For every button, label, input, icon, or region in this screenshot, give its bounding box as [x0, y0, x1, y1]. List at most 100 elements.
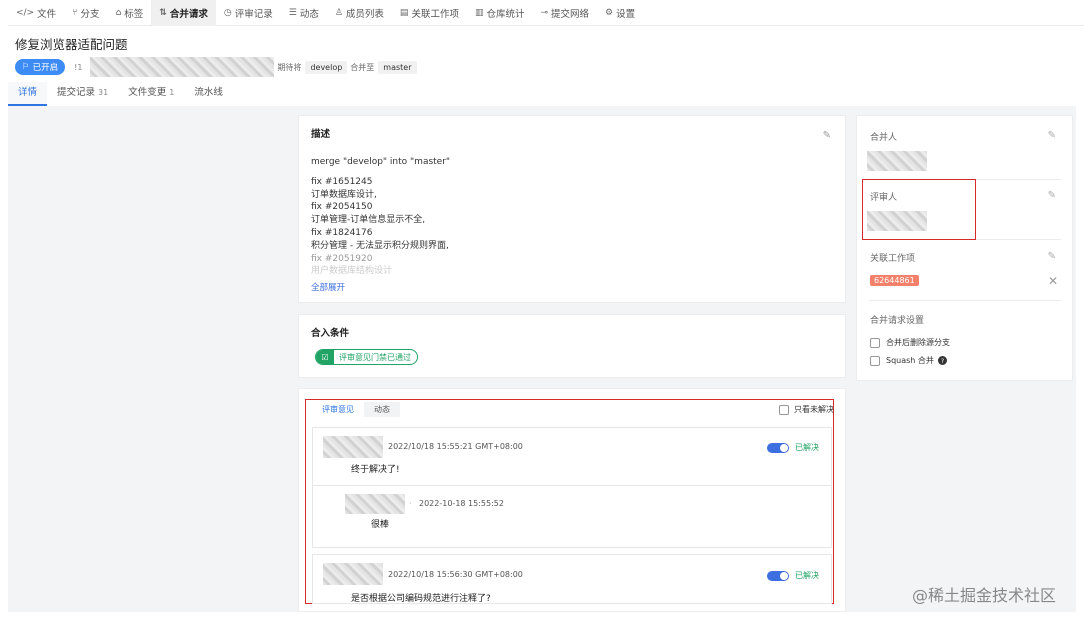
only-unresolved-checkbox[interactable] [779, 404, 789, 415]
subtab-count: 1 [169, 88, 175, 97]
comment-time: 2022/10/18 15:55:21 GMT+08:00 [388, 442, 523, 451]
pencil-icon[interactable]: ✎ [1048, 130, 1056, 141]
tab-label: 分支 [80, 8, 100, 20]
tab-4[interactable]: ◷ 评审记录 [216, 0, 281, 26]
side-panel: 合并人 ✎ 评审人 ✎ 关联工作项 ✎ 62644861 ✕ 合并请求设置 合并… [856, 115, 1073, 381]
description-line: 积分管理 - 无法显示积分规则界面, [311, 240, 449, 251]
tab-label: 文件 [37, 8, 57, 20]
pencil-icon[interactable]: ✎ [1048, 251, 1056, 262]
tab-9[interactable]: ⊸ 提交网络 [532, 0, 597, 26]
target-branch[interactable]: master [378, 60, 417, 74]
merger-avatar [867, 151, 927, 171]
tab-7[interactable]: ▤ 关联工作项 [392, 0, 467, 26]
subtab-1[interactable]: 提交记录 31 [47, 82, 118, 106]
page-title: 修复浏览器适配问题 [15, 37, 128, 52]
help-icon[interactable]: ? [937, 356, 947, 365]
tab-review-comments[interactable]: 评审意见 [312, 402, 364, 417]
tab-label: 成员列表 [345, 8, 384, 20]
tab-icon: ⑂ [72, 7, 78, 18]
merger-label: 合并人 [870, 133, 898, 143]
conditions-heading: 合入条件 [311, 328, 350, 339]
review-gate-pill: ☑ 评审意见门禁已通过 [315, 349, 418, 365]
merge-to-text: 合并至 [350, 62, 375, 72]
expand-all-link[interactable]: 全部展开 [311, 281, 345, 293]
resolved-toggle[interactable]: 已解决 [767, 442, 819, 453]
squash-option[interactable]: Squash 合并? [870, 355, 947, 366]
tab-2[interactable]: ⌂ 标签 [108, 0, 152, 26]
tab-label: 标签 [124, 8, 144, 20]
comment-text: 是否根据公司编码规范进行注释了? [351, 594, 491, 604]
tab-icon: ▤ [399, 7, 409, 18]
tab-10[interactable]: ⚙ 设置 [597, 0, 643, 26]
review-gate-label: 评审意见门禁已通过 [339, 352, 411, 362]
tab-label: 提交网络 [551, 8, 590, 20]
mr-subtabs: 详情 提交记录 31 文件变更 1 流水线 [8, 82, 233, 106]
subtab-label: 文件变更 [128, 87, 167, 98]
resolved-toggle[interactable]: 已解决 [767, 570, 819, 581]
tab-5[interactable]: ☰ 动态 [281, 0, 327, 26]
tab-6[interactable]: ♙ 成员列表 [327, 0, 392, 26]
description-line: fix #1824176 [311, 227, 373, 238]
resolved-label: 已解决 [795, 443, 819, 452]
squash-label: Squash 合并 [886, 356, 934, 365]
description-line: 订单管理-订单信息显示不全, [311, 215, 426, 226]
tab-8[interactable]: ▥ 仓库统计 [467, 0, 533, 26]
tab-review-activity[interactable]: 动态 [364, 402, 400, 417]
avatar [323, 563, 383, 585]
close-icon[interactable]: ✕ [1048, 274, 1058, 288]
subtab-label: 流水线 [194, 87, 223, 98]
comment-text: 终于解决了! [351, 465, 400, 475]
pencil-icon[interactable]: ✎ [823, 130, 831, 141]
subtab-label: 详情 [18, 87, 38, 98]
subtab-0[interactable]: 详情 [8, 82, 48, 106]
tab-icon: ⚙ [605, 7, 614, 18]
toggle-switch[interactable] [767, 570, 789, 581]
comment-time: 2022/10/18 15:56:30 GMT+08:00 [388, 570, 523, 579]
pencil-icon[interactable]: ✎ [1048, 190, 1056, 201]
status-badge: ⚐ 已开启 [15, 59, 66, 75]
avatar [323, 436, 383, 458]
reply-text: 很棒 [371, 520, 390, 530]
comment-item: 2022/10/18 15:56:30 GMT+08:00 已解决 是否根据公司… [312, 554, 832, 604]
check-icon: ☑ [316, 350, 334, 364]
description-line: fix #2051920 [311, 253, 373, 264]
tab-label: 仓库统计 [486, 8, 525, 20]
only-unresolved-label: 只看未解决 [794, 405, 834, 414]
tab-icon: ⊸ [540, 7, 549, 18]
mr-id: !1 [74, 62, 83, 72]
only-unresolved-filter[interactable]: 只看未解决 [779, 404, 834, 415]
description-line: fix #1651245 [311, 176, 373, 187]
description-heading: 描述 [311, 129, 331, 140]
repo-nav: </> 文件 ⑂ 分支 ⌂ 标签 ⇅ 合并请求 ◷ 评审记录 ☰ 动态 ♙ 成员列表 ▤ 关联工作项 ▥ 仓库统计… [8, 0, 1084, 26]
tab-0[interactable]: </> 文件 [8, 0, 64, 26]
delete-branch-option[interactable]: 合并后删除源分支 [870, 337, 950, 348]
description-line: 订单数据库设计, [311, 189, 377, 200]
squash-checkbox[interactable] [870, 355, 880, 366]
delete-branch-label: 合并后删除源分支 [886, 338, 950, 347]
subtab-count: 31 [98, 88, 109, 97]
tab-icon: ⌂ [115, 7, 122, 18]
description-body: merge "develop" into "master" fix #16512… [311, 156, 833, 278]
comment-reply: · 2022-10-18 15:55:52 很棒 [312, 486, 832, 548]
subtab-2[interactable]: 文件变更 1 [118, 82, 184, 106]
tab-label: 动态 [299, 8, 319, 20]
reply-sep: · [409, 499, 412, 508]
highlight-box-reviewer [862, 179, 976, 240]
description-card: 描述 ✎ merge "develop" into "master" fix #… [298, 115, 846, 303]
workitem-tag[interactable]: 62644861 [870, 275, 919, 286]
author-blurred [90, 57, 275, 77]
tab-1[interactable]: ⑂ 分支 [64, 0, 107, 26]
subtab-3[interactable]: 流水线 [184, 82, 233, 106]
toggle-switch[interactable] [767, 442, 789, 453]
status-label: 已开启 [32, 63, 59, 73]
mr-meta: ⚐ 已开启 !1 期待将 develop 合并至 master [15, 57, 417, 77]
review-tabs: 评审意见 动态 [312, 402, 400, 417]
tab-label: 关联工作项 [411, 8, 459, 20]
want-text: 期待将 [277, 62, 302, 72]
description-intro: merge "develop" into "master" [311, 157, 451, 167]
resolved-label: 已解决 [795, 571, 819, 580]
tab-icon: ♙ [334, 7, 343, 18]
delete-branch-checkbox[interactable] [870, 337, 880, 348]
tab-3[interactable]: ⇅ 合并请求 [151, 0, 216, 26]
source-branch[interactable]: develop [305, 60, 348, 74]
